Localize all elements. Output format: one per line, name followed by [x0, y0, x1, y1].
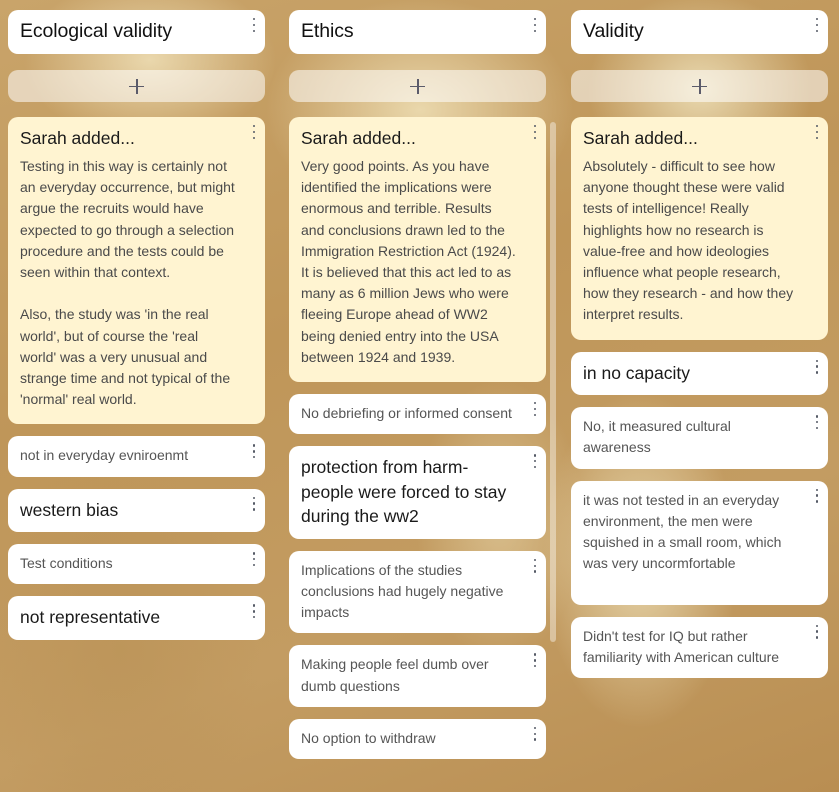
post-card[interactable]: it was not tested in an everyday environ… [571, 480, 828, 605]
add-post-button[interactable] [8, 70, 265, 102]
more-vertical-icon[interactable] [814, 18, 820, 32]
comment-body: Absolutely - difficult to see how anyone… [583, 158, 794, 323]
post-text: in no capacity [583, 362, 691, 383]
post-list: Sarah added... Very good points. As you … [289, 117, 546, 759]
column-scrollbar[interactable] [550, 122, 556, 642]
plus-icon [692, 78, 707, 94]
more-vertical-icon[interactable] [251, 444, 257, 459]
post-card[interactable]: not in everyday evniroenmt [8, 436, 265, 477]
more-vertical-icon[interactable] [814, 488, 820, 503]
more-vertical-icon[interactable] [532, 558, 538, 573]
post-text: Making people feel dumb over dumb questi… [301, 656, 489, 694]
more-vertical-icon[interactable] [251, 604, 257, 619]
more-vertical-icon[interactable] [814, 624, 820, 639]
post-text: not representative [20, 607, 161, 628]
column-title: Ecological validity [20, 20, 173, 42]
more-vertical-icon[interactable] [532, 18, 538, 32]
column-validity: Validity Sarah added... Absolutely - dif… [571, 10, 828, 690]
more-vertical-icon[interactable] [532, 454, 538, 469]
more-vertical-icon[interactable] [251, 496, 257, 511]
post-card[interactable]: Didn't test for IQ but rather familiarit… [571, 616, 828, 678]
comment-author: Sarah added... [20, 128, 135, 148]
column-header[interactable]: Validity [571, 10, 828, 54]
post-card[interactable]: No, it measured cultural awareness [571, 407, 828, 469]
post-card[interactable]: western bias [8, 488, 265, 533]
post-card[interactable]: No debriefing or informed consent [289, 394, 546, 435]
comment-body: Very good points. As you have identified… [301, 158, 516, 365]
comment-body: Testing in this way is certainly not an … [20, 158, 235, 408]
more-vertical-icon[interactable] [251, 552, 257, 567]
post-text: protection from harm- people were forced… [301, 457, 507, 527]
add-post-button[interactable] [289, 70, 546, 102]
post-text: western bias [20, 499, 119, 520]
post-card[interactable]: not representative [8, 596, 265, 640]
more-vertical-icon[interactable] [814, 415, 820, 430]
post-text: Implications of the studies conclusions … [301, 561, 504, 621]
column-header[interactable]: Ethics [289, 10, 546, 54]
more-vertical-icon[interactable] [251, 18, 257, 32]
more-vertical-icon[interactable] [251, 125, 257, 139]
more-vertical-icon[interactable] [814, 125, 820, 139]
post-list: Sarah added... Absolutely - difficult to… [571, 117, 828, 678]
teacher-comment-card[interactable]: Sarah added... Very good points. As you … [289, 117, 546, 383]
post-text: Test conditions [20, 555, 113, 572]
post-card[interactable]: in no capacity [571, 351, 828, 396]
more-vertical-icon[interactable] [532, 653, 538, 668]
column-title: Validity [583, 20, 644, 42]
column-ethics: Ethics Sarah added... Very good points. … [289, 10, 546, 771]
post-card[interactable]: Implications of the studies conclusions … [289, 550, 546, 634]
teacher-comment-card[interactable]: Sarah added... Absolutely - difficult to… [571, 117, 828, 340]
post-text: it was not tested in an everyday environ… [583, 491, 782, 572]
post-card[interactable]: protection from harm- people were forced… [289, 446, 546, 539]
post-text: not in everyday evniroenmt [20, 447, 189, 464]
post-card[interactable]: Making people feel dumb over dumb questi… [289, 645, 546, 707]
teacher-comment-card[interactable]: Sarah added... Testing in this way is ce… [8, 117, 265, 425]
post-card[interactable]: No option to withdraw [289, 718, 546, 759]
more-vertical-icon[interactable] [532, 402, 538, 417]
plus-icon [410, 78, 425, 94]
post-text: No option to withdraw [301, 729, 436, 746]
more-vertical-icon[interactable] [532, 125, 538, 139]
padlet-board: Ecological validity Sarah added... Testi… [0, 0, 839, 792]
more-vertical-icon[interactable] [814, 359, 820, 374]
column-ecological-validity: Ecological validity Sarah added... Testi… [8, 10, 265, 652]
post-text: Didn't test for IQ but rather familiarit… [583, 627, 780, 665]
more-vertical-icon[interactable] [532, 726, 538, 741]
plus-icon [129, 78, 144, 94]
column-title: Ethics [301, 20, 354, 42]
post-list: Sarah added... Testing in this way is ce… [8, 117, 265, 640]
post-text: No debriefing or informed consent [301, 405, 512, 422]
post-card[interactable]: Test conditions [8, 544, 265, 585]
post-text: No, it measured cultural awareness [583, 418, 731, 456]
column-header[interactable]: Ecological validity [8, 10, 265, 54]
add-post-button[interactable] [571, 70, 828, 102]
comment-author: Sarah added... [301, 128, 416, 148]
comment-author: Sarah added... [583, 128, 698, 148]
